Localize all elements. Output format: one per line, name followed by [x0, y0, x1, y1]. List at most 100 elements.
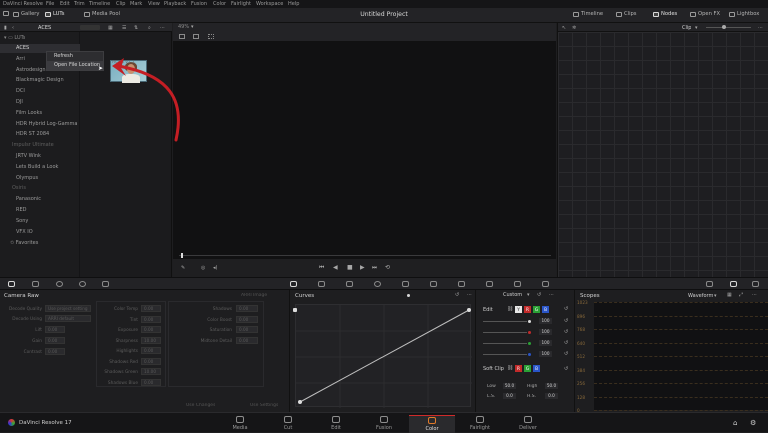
stop-icon[interactable]: ■ — [347, 264, 353, 271]
clips-button[interactable]: Clips — [616, 11, 637, 17]
menu-item-clip[interactable]: Clip — [116, 1, 125, 7]
node-zoom-handle[interactable] — [722, 25, 726, 29]
menu-item-file[interactable]: File — [46, 1, 54, 7]
key-icon[interactable] — [486, 281, 493, 287]
reset-row-icon[interactable]: ↺ — [564, 329, 568, 335]
y-intensity-slider[interactable] — [483, 321, 527, 322]
camera-raw-icon[interactable] — [8, 281, 15, 287]
blur-icon[interactable] — [458, 281, 465, 287]
y-intensity-value[interactable]: 100 — [539, 318, 552, 324]
g-intensity-slider[interactable] — [483, 343, 527, 344]
page-fairlight[interactable]: Fairlight — [457, 415, 503, 433]
menu-item-fairlight[interactable]: Fairlight — [231, 1, 251, 7]
curves-icon[interactable] — [290, 281, 297, 287]
menu-item-view[interactable]: View — [148, 1, 160, 7]
lut-folder-item[interactable]: Impulsr Ultimate — [12, 141, 54, 150]
qualifier-icon[interactable] — [346, 281, 353, 287]
split-screen-icon[interactable] — [193, 34, 199, 39]
menu-item-app[interactable]: DaVinci Resolve — [3, 1, 43, 7]
node-zoom-slider[interactable] — [706, 27, 751, 28]
raw-left-field[interactable]: 0.00 — [45, 348, 65, 355]
keyframes-icon[interactable] — [706, 281, 713, 287]
highlight-icon[interactable] — [208, 34, 214, 39]
raw-right-field[interactable]: 0.00 — [236, 326, 258, 333]
menu-item-fusion[interactable]: Fusion — [191, 1, 207, 7]
raw-mid-field[interactable]: 0.00 — [141, 305, 161, 312]
more-options-icon[interactable]: ⋯ — [758, 25, 763, 31]
sidebar-toggle-icon[interactable]: ▮ — [4, 25, 7, 31]
zoom-dropdown-icon[interactable]: ▾ — [191, 24, 194, 30]
menu-item-color[interactable]: Color — [213, 1, 226, 7]
raw-mid-field[interactable]: 0.00 — [141, 378, 161, 386]
hs-value[interactable]: 0.0 — [545, 393, 558, 399]
ls-value[interactable]: 0.0 — [503, 393, 516, 399]
lut-folder-item[interactable]: VFX IO — [16, 228, 33, 237]
page-edit[interactable]: Edit — [313, 415, 359, 433]
more-options-icon[interactable]: ⋯ — [467, 292, 472, 298]
use-changes-button[interactable]: Use Changes — [186, 403, 215, 408]
lut-folder-item[interactable]: HDR ST 2084 — [16, 130, 49, 139]
softclip-r-swatch[interactable]: R — [515, 365, 522, 372]
thumbnail-size-slider[interactable] — [80, 25, 100, 30]
grid-view-icon[interactable]: ▦ — [108, 25, 113, 31]
audio-icon[interactable]: ◂) — [213, 265, 217, 271]
chevron-down-icon[interactable]: ▾ — [527, 292, 530, 298]
viewer-scrubber[interactable] — [179, 255, 551, 256]
softclip-g-swatch[interactable]: G — [524, 365, 531, 372]
show-overlay-icon[interactable]: ◎ — [201, 265, 205, 271]
tracker-icon[interactable] — [402, 281, 409, 287]
custom-dropdown[interactable]: Custom — [503, 292, 522, 298]
sort-icon[interactable]: ⇅ — [134, 25, 138, 31]
menu-item-edit[interactable]: Edit — [60, 1, 70, 7]
decode-using-select[interactable]: ARRI default — [45, 315, 91, 322]
more-options-icon[interactable]: ⋯ — [549, 292, 554, 298]
lut-folder-item[interactable]: Osiris — [12, 184, 26, 193]
reset-icon[interactable]: ↺ — [537, 292, 541, 298]
lut-folder-item[interactable]: Astrodesign — [16, 66, 46, 75]
favorites-item[interactable]: ✩ Favorites — [10, 240, 38, 246]
channel-g-swatch[interactable]: G — [533, 306, 540, 313]
raw-right-field[interactable]: 0.00 — [236, 305, 258, 312]
menu-item-playback[interactable]: Playback — [164, 1, 186, 7]
channel-y-swatch[interactable]: Y — [515, 306, 522, 313]
channel-r-swatch[interactable]: R — [524, 306, 531, 313]
lut-folder-item[interactable]: Arri — [16, 55, 25, 64]
more-options-icon[interactable]: ⋯ — [752, 292, 757, 298]
lut-folder-item[interactable]: RED — [16, 206, 26, 215]
page-fusion[interactable]: Fusion — [361, 415, 407, 433]
refresh-menu-item[interactable]: Refresh — [47, 52, 103, 61]
lightbox-button[interactable]: Lightbox — [729, 11, 759, 17]
more-options-icon[interactable]: ⋯ — [160, 25, 165, 31]
color-warper-icon[interactable] — [318, 281, 325, 287]
list-view-icon[interactable]: ☰ — [122, 25, 126, 31]
channel-b-swatch[interactable]: B — [542, 306, 549, 313]
raw-left-field[interactable]: 0.00 — [45, 337, 65, 344]
low-value[interactable]: 50.0 — [503, 383, 516, 389]
decode-quality-select[interactable]: Use project setting — [45, 305, 91, 312]
page-deliver[interactable]: Deliver — [505, 415, 551, 433]
chevron-down-icon[interactable]: ▾ — [695, 25, 698, 31]
scope-layout-icon[interactable]: ▦ — [727, 292, 732, 298]
viewer-screen[interactable] — [173, 42, 556, 272]
lut-folder-item[interactable]: DJI — [16, 98, 23, 107]
r-intensity-value[interactable]: 100 — [539, 329, 552, 335]
zoom-level[interactable]: 49% — [178, 24, 189, 30]
curve-graph[interactable] — [295, 304, 472, 408]
menu-item-trim[interactable]: Trim — [74, 1, 85, 7]
settings-gear-icon[interactable]: ⚙ — [750, 419, 756, 427]
page-color[interactable]: Color — [409, 415, 455, 433]
reset-icon[interactable]: ↺ — [455, 292, 459, 298]
3d-icon[interactable] — [542, 281, 549, 287]
info-icon[interactable] — [752, 281, 759, 287]
skip-end-icon[interactable]: ⏭ — [372, 264, 377, 272]
timeline-button[interactable]: Timeline — [573, 11, 603, 17]
b-intensity-slider[interactable] — [483, 354, 527, 355]
search-icon[interactable]: ⌕ — [148, 25, 151, 31]
rgb-mixer-icon[interactable] — [79, 281, 86, 287]
chevron-left-icon[interactable]: ‹ — [12, 25, 14, 31]
raw-mid-field[interactable]: 10.00 — [141, 336, 161, 344]
open-file-location-menu-item[interactable]: Open File Location — [47, 61, 103, 70]
g-intensity-value[interactable]: 100 — [539, 340, 552, 346]
menu-item-workspace[interactable]: Workspace — [256, 1, 283, 7]
raw-mid-field[interactable]: 0.00 — [141, 347, 161, 354]
